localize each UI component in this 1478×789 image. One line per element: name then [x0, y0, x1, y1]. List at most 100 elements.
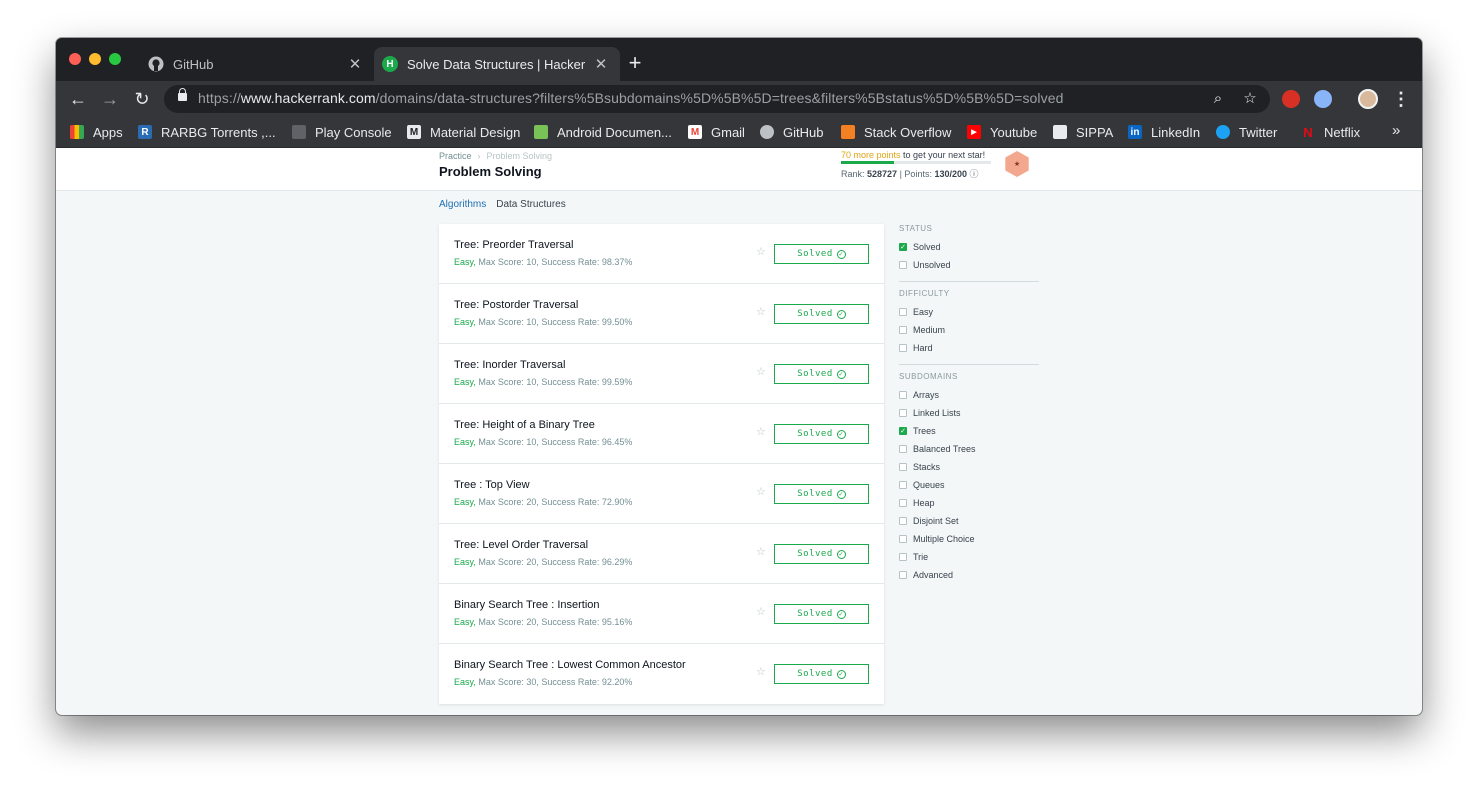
bookmark-gmail[interactable]: M Gmail [688, 122, 745, 142]
filter-option[interactable]: Easy [899, 303, 1039, 321]
bookmark-youtube[interactable]: ▶ Youtube [967, 122, 1037, 142]
filter-option[interactable]: Unsolved [899, 256, 1039, 274]
maximize-window-button[interactable] [109, 53, 121, 65]
challenge-name[interactable]: Binary Search Tree : Lowest Common Ances… [454, 659, 686, 671]
filter-option[interactable]: Hard [899, 339, 1039, 357]
reload-icon[interactable]: ↻ [129, 86, 155, 112]
bookmark-material-design[interactable]: M Material Design [407, 122, 520, 142]
filter-option[interactable]: Advanced [899, 566, 1039, 584]
checkbox[interactable]: ✓ [899, 427, 907, 435]
close-tab-icon[interactable]: ✕ [344, 55, 366, 73]
challenge-row[interactable]: Tree: Level Order Traversal Easy, Max Sco… [439, 524, 884, 584]
filter-option[interactable]: Stacks [899, 458, 1039, 476]
challenge-row[interactable]: Tree: Postorder Traversal Easy, Max Score… [439, 284, 884, 344]
problem-solving-badge-icon[interactable]: ★ [1005, 151, 1029, 177]
tab-github[interactable]: GitHub ✕ [140, 47, 374, 81]
filter-option[interactable]: Heap [899, 494, 1039, 512]
block-extension-icon[interactable] [1314, 90, 1332, 108]
url-text[interactable]: https://www.hackerrank.com/domains/data-… [198, 90, 1064, 106]
bookmark-star-icon[interactable]: ☆ [756, 365, 766, 378]
challenge-name[interactable]: Tree: Postorder Traversal [454, 299, 578, 311]
bookmark-github[interactable]: GitHub [760, 122, 823, 142]
challenge-name[interactable]: Tree: Height of a Binary Tree [454, 419, 595, 431]
tab-data-structures[interactable]: Data Structures [496, 199, 565, 210]
checkbox[interactable] [899, 445, 907, 453]
challenge-name[interactable]: Tree: Level Order Traversal [454, 539, 588, 551]
bookmark-star-icon[interactable]: ☆ [756, 665, 766, 678]
bookmark-star-icon[interactable]: ☆ [1240, 89, 1260, 109]
checkbox[interactable] [899, 499, 907, 507]
checkbox[interactable] [899, 481, 907, 489]
tab-algorithms[interactable]: Algorithms [439, 199, 486, 210]
bookmark-star-icon[interactable]: ☆ [756, 425, 766, 438]
checkbox[interactable] [899, 326, 907, 334]
tab-hackerrank[interactable]: H Solve Data Structures | Hacker ✕ [374, 47, 620, 81]
filter-option[interactable]: Linked Lists [899, 404, 1039, 422]
solved-button[interactable]: Solved ✓ [774, 664, 869, 684]
solved-button[interactable]: Solved ✓ [774, 544, 869, 564]
challenge-row[interactable]: Tree: Inorder Traversal Easy, Max Score: … [439, 344, 884, 404]
breadcrumb-practice[interactable]: Practice [439, 151, 472, 161]
close-window-button[interactable] [69, 53, 81, 65]
checkbox[interactable] [899, 261, 907, 269]
challenge-row[interactable]: Tree: Preorder Traversal Easy, Max Score:… [439, 224, 884, 284]
more-bookmarks-icon[interactable]: » [1392, 122, 1400, 139]
challenge-row[interactable]: Tree : Top View Easy, Max Score: 20, Succ… [439, 464, 884, 524]
bookmark-twitter[interactable]: Twitter [1216, 122, 1277, 142]
filter-option[interactable]: ✓ Solved [899, 238, 1039, 256]
bookmark-star-icon[interactable]: ☆ [756, 305, 766, 318]
new-tab-button[interactable]: + [624, 50, 646, 76]
minimize-window-button[interactable] [89, 53, 101, 65]
solved-button[interactable]: Solved ✓ [774, 304, 869, 324]
bookmark-netflix[interactable]: N Netflix [1301, 122, 1360, 142]
filter-option[interactable]: Balanced Trees [899, 440, 1039, 458]
profile-avatar[interactable] [1358, 89, 1378, 109]
info-icon[interactable]: ⓘ [970, 169, 979, 179]
checkbox[interactable] [899, 571, 907, 579]
filter-option[interactable]: Queues [899, 476, 1039, 494]
bookmark-star-icon[interactable]: ☆ [756, 545, 766, 558]
challenge-row[interactable]: Binary Search Tree : Insertion Easy, Max … [439, 584, 884, 644]
solved-button[interactable]: Solved ✓ [774, 484, 869, 504]
challenge-name[interactable]: Tree : Top View [454, 479, 530, 491]
challenge-name[interactable]: Tree: Inorder Traversal [454, 359, 565, 371]
bookmark-sippa[interactable]: SIPPA [1053, 122, 1113, 142]
browser-menu-icon[interactable]: ⋮ [1392, 86, 1410, 112]
adblock-extension-icon[interactable] [1282, 90, 1300, 108]
address-bar[interactable]: https://www.hackerrank.com/domains/data-… [164, 85, 1270, 113]
solved-button[interactable]: Solved ✓ [774, 244, 869, 264]
solved-button[interactable]: Solved ✓ [774, 364, 869, 384]
solved-button[interactable]: Solved ✓ [774, 424, 869, 444]
forward-icon[interactable]: → [97, 86, 123, 112]
checkbox[interactable] [899, 463, 907, 471]
checkbox[interactable] [899, 409, 907, 417]
filter-option[interactable]: Multiple Choice [899, 530, 1039, 548]
solved-button[interactable]: Solved ✓ [774, 604, 869, 624]
close-tab-icon[interactable]: ✕ [590, 55, 612, 73]
challenge-row[interactable]: Binary Search Tree : Lowest Common Ances… [439, 644, 884, 704]
bookmark-android-docs[interactable]: Android Documen... [534, 122, 672, 142]
filter-option[interactable]: Disjoint Set [899, 512, 1039, 530]
filter-option[interactable]: Arrays [899, 386, 1039, 404]
bookmark-linkedin[interactable]: in LinkedIn [1128, 122, 1200, 142]
checkbox[interactable] [899, 391, 907, 399]
challenge-name[interactable]: Tree: Preorder Traversal [454, 239, 573, 251]
checkbox[interactable]: ✓ [899, 243, 907, 251]
bookmark-star-icon[interactable]: ☆ [756, 485, 766, 498]
checkbox[interactable] [899, 553, 907, 561]
bookmark-rarbg[interactable]: R RARBG Torrents ,... [138, 122, 276, 142]
bookmark-star-icon[interactable]: ☆ [756, 245, 766, 258]
checkbox[interactable] [899, 344, 907, 352]
filter-option[interactable]: ✓ Trees [899, 422, 1039, 440]
checkbox[interactable] [899, 535, 907, 543]
bookmark-apps[interactable]: Apps [70, 122, 123, 142]
challenge-row[interactable]: Tree: Height of a Binary Tree Easy, Max S… [439, 404, 884, 464]
challenge-name[interactable]: Binary Search Tree : Insertion [454, 599, 600, 611]
filter-option[interactable]: Trie [899, 548, 1039, 566]
checkbox[interactable] [899, 308, 907, 316]
zoom-icon[interactable]: ⌕ [1208, 89, 1228, 109]
bookmark-stackoverflow[interactable]: Stack Overflow [841, 122, 951, 142]
checkbox[interactable] [899, 517, 907, 525]
bookmark-play-console[interactable]: Play Console [292, 122, 392, 142]
back-icon[interactable]: ← [65, 86, 91, 112]
